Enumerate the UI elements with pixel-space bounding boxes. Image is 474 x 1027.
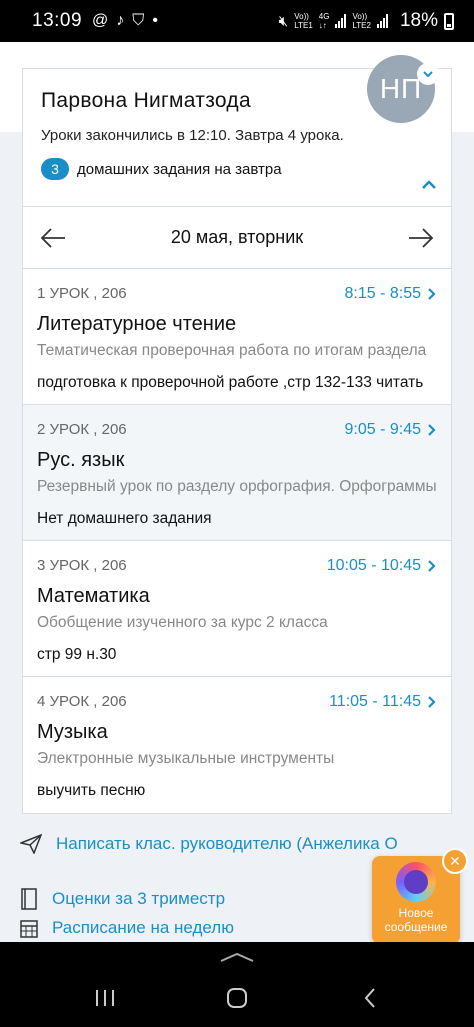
calendar-icon: [20, 920, 38, 938]
lesson-subject: Литературное чтение: [37, 313, 237, 335]
lesson-topic: Обобщение изученного за курс 2 класса: [37, 614, 328, 631]
chevron-right-icon: [428, 424, 436, 436]
chevron-right-icon: [428, 288, 436, 300]
chevron-up-icon[interactable]: [419, 175, 439, 195]
battery-percent: 18%: [399, 10, 438, 31]
chevron-down-icon[interactable]: [417, 63, 439, 85]
new-message-label-1: Новое: [398, 906, 434, 920]
lesson-topic: Электронные музыкальные инструменты: [37, 750, 335, 767]
current-date[interactable]: 20 мая, вторник: [171, 227, 303, 248]
lesson-homework: выучить песню: [37, 782, 146, 799]
dot-icon: •: [152, 12, 158, 29]
lesson-subject: Математика: [37, 585, 150, 607]
write-teacher-label: Написать клас. руководителю (Анжелика О: [56, 834, 398, 853]
lesson-subject: Рус. язык: [37, 449, 125, 471]
homework-summary[interactable]: 3 домашних задания на завтра: [41, 158, 433, 180]
lesson-item[interactable]: 2 УРОК , 206 9:05 - 9:45 Рус. язык Резерв…: [23, 405, 451, 541]
chevron-up-handle-icon[interactable]: [219, 952, 255, 962]
lesson-time: 9:05 - 9:45: [344, 421, 422, 438]
network-label: 4G: [318, 12, 330, 21]
status-time: 13:09: [32, 10, 83, 31]
back-icon[interactable]: [355, 986, 385, 1010]
student-header[interactable]: Парвона Нигматзода Уроки закончились в 1…: [23, 55, 451, 207]
homework-summary-text: домашних задания на завтра: [77, 160, 282, 178]
chevron-right-icon: [428, 696, 436, 708]
battery-icon: [444, 12, 454, 30]
sim2-label-bottom: LTE2: [352, 21, 371, 30]
lesson-homework: Нет домашнего задания: [37, 510, 212, 527]
home-icon[interactable]: [222, 986, 252, 1010]
lesson-topic: Резервный урок по разделу орфография. Ор…: [37, 478, 437, 495]
write-teacher-link[interactable]: Написать клас. руководителю (Анжелика О: [20, 834, 398, 854]
app-content: Парвона Нигматзода Уроки закончились в 1…: [0, 42, 474, 944]
schedule-link[interactable]: Расписание на неделю: [20, 918, 234, 938]
tiktok-icon: ♪: [116, 12, 125, 29]
send-icon: [20, 834, 42, 854]
signal-icon: [335, 14, 347, 28]
sim2-label-top: Vo)): [352, 12, 368, 21]
grades-label: Оценки за 3 триместр: [52, 889, 226, 908]
chevron-right-icon: [428, 560, 436, 572]
lesson-meta: 1 УРОК , 206: [37, 285, 127, 302]
diary-card: Парвона Нигматзода Уроки закончились в 1…: [22, 55, 452, 814]
lessons-status: Уроки закончились в 12:10. Завтра 4 урок…: [41, 127, 344, 144]
lesson-item[interactable]: 3 УРОК , 206 10:05 - 10:45 Математика Обо…: [23, 541, 451, 677]
lesson-meta: 4 УРОК , 206: [37, 693, 127, 710]
system-nav-bar: [0, 942, 474, 1027]
at-sign-icon: @: [92, 12, 109, 29]
status-bar: 13:09 @ ♪ ⛉ • 🔇︎ Vo)) LTE1 4G ↓↑ Vo)) LTE2 …: [0, 0, 474, 42]
lesson-time: 8:15 - 8:55: [344, 285, 422, 302]
grades-link[interactable]: Оценки за 3 триместр: [20, 888, 225, 910]
lesson-time: 11:05 - 11:45: [329, 693, 421, 710]
lesson-time: 10:05 - 10:45: [326, 557, 421, 574]
sim1-label-top: Vo)): [294, 12, 309, 21]
lesson-meta: 2 УРОК , 206: [37, 421, 127, 438]
avatar-initials: НП: [379, 73, 423, 104]
close-icon[interactable]: ✕: [442, 848, 468, 874]
lesson-meta: 3 УРОК , 206: [37, 557, 127, 574]
recent-apps-icon[interactable]: [90, 986, 120, 1010]
lesson-subject: Музыка: [37, 721, 108, 743]
new-message-button[interactable]: Новое сообщение ✕: [372, 848, 468, 944]
arrow-left-icon[interactable]: [39, 226, 67, 250]
sim1-label-bottom: LTE1: [294, 21, 313, 30]
report-card-icon: [21, 888, 37, 910]
lesson-item[interactable]: 1 УРОК , 206 8:15 - 8:55 Литературное чте…: [23, 269, 451, 405]
date-navigator: 20 мая, вторник: [23, 207, 451, 269]
shield-icon: ⛉: [132, 12, 145, 29]
schedule-label: Расписание на неделю: [52, 918, 234, 937]
messenger-icon: [396, 862, 436, 902]
arrow-right-icon[interactable]: [407, 226, 435, 250]
signal-icon-2: [376, 14, 388, 28]
lesson-homework: стр 99 н.30: [37, 646, 117, 663]
lesson-homework: подготовка к проверочной работе ,стр 132…: [37, 374, 424, 391]
lesson-item[interactable]: 4 УРОК , 206 11:05 - 11:45 Музыка Электро…: [23, 677, 451, 813]
new-message-label-2: сообщение: [384, 920, 448, 934]
lesson-topic: Тематическая проверочная работа по итога…: [37, 342, 427, 359]
homework-count-badge: 3: [41, 158, 69, 180]
mute-icon: 🔇︎: [278, 12, 289, 30]
